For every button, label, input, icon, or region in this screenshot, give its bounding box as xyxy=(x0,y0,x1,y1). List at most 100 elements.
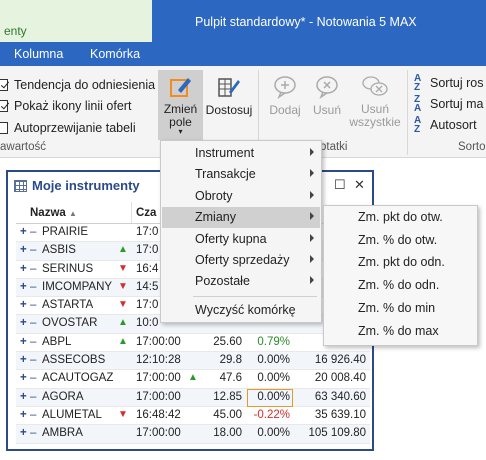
price-cell: 12.85 xyxy=(213,390,242,403)
menu-item[interactable]: Zmiany xyxy=(162,207,320,229)
submenu-item[interactable]: Zm. pkt do odn. xyxy=(358,255,445,269)
volume-cell: 35 639.10 xyxy=(314,408,366,421)
menu-item[interactable]: Oferty sprzedaży xyxy=(162,250,320,271)
menu-bar: Kolumna Komórka xyxy=(0,42,486,66)
edit-field-icon xyxy=(169,78,191,97)
time-cell: 16:4 xyxy=(136,262,159,275)
menu-item[interactable]: Obroty xyxy=(162,186,320,207)
menu-item[interactable]: Instrument xyxy=(162,143,320,164)
expand-plus-icon[interactable]: + xyxy=(20,299,27,311)
submenu-item[interactable]: Zm. pkt do otw. xyxy=(358,210,443,224)
menu-item-label: Zmiany xyxy=(195,210,236,225)
checkbox-box[interactable] xyxy=(0,100,8,112)
table-row[interactable]: +–ABPL▲17:00:0025.600.79%53 xyxy=(16,334,370,353)
instrument-name: ASBIS xyxy=(42,244,76,257)
collapse-minus-icon[interactable]: – xyxy=(30,391,36,403)
collapse-minus-icon[interactable]: – xyxy=(30,317,36,329)
menu-komorka[interactable]: Komórka xyxy=(90,47,140,61)
menu-item[interactable]: Transakcje xyxy=(162,164,320,185)
expand-plus-icon[interactable]: + xyxy=(20,391,27,403)
expand-plus-icon[interactable]: + xyxy=(20,244,27,256)
arrow-up-icon: ▲ xyxy=(188,372,198,384)
table-row[interactable]: + – ASSECOBS 12:10:28 29.8 0.00% 16 926.40 xyxy=(16,352,370,371)
expand-plus-icon[interactable]: + xyxy=(20,409,27,421)
group-label-notatki: otatki xyxy=(320,141,348,153)
collapse-minus-icon[interactable]: – xyxy=(30,226,36,238)
selected-cell-highlight xyxy=(247,388,293,407)
menu-item[interactable]: Pozostałe xyxy=(162,271,320,292)
instrument-name: OVOSTAR xyxy=(42,317,98,330)
checkbox-tendencja[interactable]: Tendencja do odniesienia xyxy=(0,76,155,94)
table-icon xyxy=(14,179,27,192)
close-icon[interactable]: ✕ xyxy=(354,177,365,193)
time-cell: 17:0 xyxy=(136,244,159,257)
arrow-up-icon: ▲ xyxy=(118,335,128,347)
usun-wszystkie-label-2: wszystkie xyxy=(349,115,401,129)
collapse-minus-icon[interactable]: – xyxy=(30,372,36,384)
change-cell: 0.79% xyxy=(257,335,290,348)
table-row[interactable]: + – ACAUTOGAZ 17:00:00 ▲ 47.6 0.00% 20 008.40 xyxy=(16,370,370,389)
collapse-minus-icon[interactable]: – xyxy=(30,336,36,348)
collapse-minus-icon[interactable]: – xyxy=(30,427,36,439)
menu-item[interactable]: Oferty kupna xyxy=(162,229,320,250)
collapse-minus-icon[interactable]: – xyxy=(30,244,36,256)
checkbox-box[interactable] xyxy=(0,79,8,91)
expand-plus-icon[interactable]: + xyxy=(20,226,27,238)
submenu-item[interactable]: Zm. % do min xyxy=(358,301,435,315)
time-cell: 12:10:28 xyxy=(136,354,181,367)
dodaj-button[interactable]: Dodaj xyxy=(265,74,305,117)
collapse-minus-icon[interactable]: – xyxy=(30,409,36,421)
expand-plus-icon[interactable]: + xyxy=(20,372,27,384)
dropdown-arrow-icon: ▾ xyxy=(178,127,183,136)
expand-plus-icon[interactable]: + xyxy=(20,317,27,329)
instrument-name: ASTARTA xyxy=(42,299,94,312)
submenu-item[interactable]: Zm. % do otw. xyxy=(358,233,437,247)
title-bar: enty Pulpit standardowy* - Notowania 5 M… xyxy=(0,0,486,42)
collapse-minus-icon[interactable]: – xyxy=(30,354,36,366)
collapse-minus-icon[interactable]: – xyxy=(30,281,36,293)
checkbox-pokaz-ikony[interactable]: Pokaż ikony linii ofert xyxy=(0,97,131,115)
expand-plus-icon[interactable]: + xyxy=(20,427,27,439)
context-menu: Instrument Transakcje Obroty Zmiany Oferty k… xyxy=(160,140,322,323)
usun-wszystkie-button[interactable]: Usuń wszystkie xyxy=(347,74,403,129)
instrument-name: IMCOMPANY xyxy=(42,280,113,293)
column-header-time[interactable]: Cza xyxy=(136,207,156,219)
arrow-down-icon: ▼ xyxy=(118,408,128,420)
sort-descending-button[interactable]: ZA Sortuj ma xyxy=(414,95,484,114)
usun-button[interactable]: Usuń xyxy=(307,74,347,117)
menu-kolumna[interactable]: Kolumna xyxy=(14,47,63,61)
sort-ascending-button[interactable]: AZ Sortuj ros xyxy=(414,74,484,93)
menu-separator xyxy=(193,295,317,297)
volume-cell: 63 340.60 xyxy=(314,390,366,403)
submenu-item[interactable]: Zm. % do max xyxy=(358,324,439,338)
dostosuj-button[interactable]: Dostosuj xyxy=(205,74,253,117)
expand-plus-icon[interactable]: + xyxy=(20,281,27,293)
autosort-button[interactable]: AZ Autosort xyxy=(414,116,477,135)
checkbox-label: Autoprzewijanie tabeli xyxy=(14,121,136,135)
table-row[interactable]: + – AMBRA 17:00:00 18.00 0.00% 105 109.80 xyxy=(16,425,370,444)
table-row[interactable]: + – ALUMETAL ▼ 16:48:42 45.00 -0.22% 35 639.10 xyxy=(16,407,370,426)
submenu-arrow-icon xyxy=(310,190,314,199)
price-cell: 18.00 xyxy=(213,427,242,440)
submenu-arrow-icon xyxy=(310,255,314,263)
window-title: Pulpit standardowy* - Notowania 5 MAX xyxy=(195,15,417,29)
checkbox-box[interactable] xyxy=(0,122,8,134)
table-row[interactable]: + – AGORA 17:00:00 12.85 0.00% 63 340.60 xyxy=(16,388,370,407)
instrument-name: ASSECOBS xyxy=(42,354,106,367)
checkbox-label: Tendencja do odniesienia xyxy=(14,78,156,92)
menu-item[interactable]: Wyczyść komórkę xyxy=(162,300,320,321)
expand-plus-icon[interactable]: + xyxy=(20,336,27,348)
instrument-name: ACAUTOGAZ xyxy=(42,372,114,385)
collapse-minus-icon[interactable]: – xyxy=(30,263,36,275)
maximize-icon[interactable]: ☐ xyxy=(334,177,346,193)
submenu-item[interactable]: Zm. % do odn. xyxy=(358,278,439,292)
zmien-pole-button[interactable]: Zmień pole ▾ xyxy=(158,74,203,136)
checkbox-autoprzewijanie[interactable]: Autoprzewijanie tabeli xyxy=(0,119,136,137)
arrow-up-icon: ▲ xyxy=(118,317,128,329)
instrument-name: AGORA xyxy=(42,390,84,403)
expand-plus-icon[interactable]: + xyxy=(20,263,27,275)
column-header-name[interactable]: Nazwa ▲ xyxy=(30,207,77,219)
collapse-minus-icon[interactable]: – xyxy=(30,299,36,311)
group-label-sortowanie: Sorto xyxy=(458,141,486,153)
expand-plus-icon[interactable]: + xyxy=(20,354,27,366)
